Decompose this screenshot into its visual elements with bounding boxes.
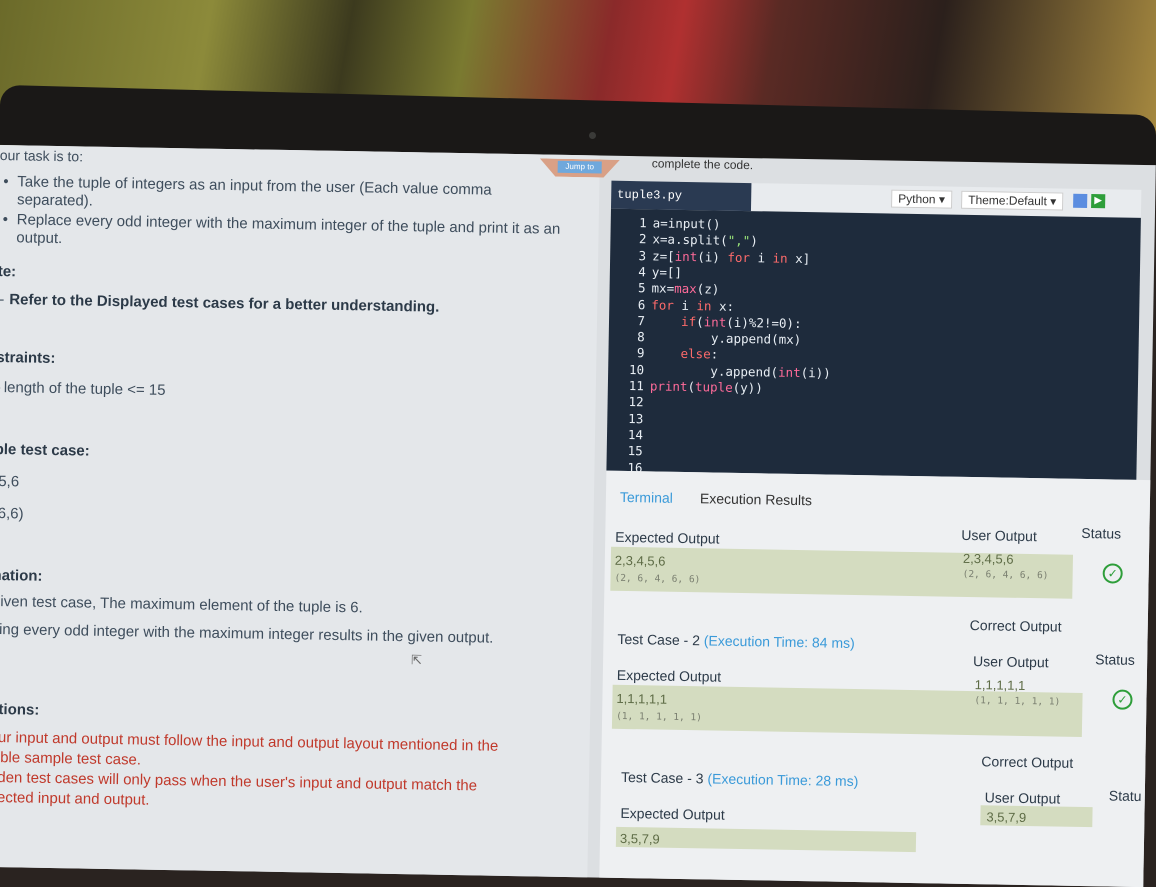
test-case-2-name: Test Case - 2 bbox=[617, 630, 701, 649]
line-number: 10 bbox=[628, 361, 645, 377]
problem-panel: our task is to: • Take the tuple of inte… bbox=[0, 145, 600, 878]
language-select[interactable]: Python ▾ bbox=[891, 189, 953, 209]
code-line[interactable]: y.append(mx) bbox=[651, 329, 802, 348]
sample-output: ,6,6) bbox=[0, 504, 24, 523]
test-case-2-title: Test Case - 2 (Execution Time: 84 ms) bbox=[617, 631, 855, 651]
code-line[interactable]: x=a.split(",") bbox=[652, 232, 758, 249]
line-number: 13 bbox=[628, 410, 644, 426]
check-icon: ✓ bbox=[1102, 563, 1123, 584]
line-number: 8 bbox=[637, 329, 645, 345]
code-line[interactable]: else: bbox=[650, 346, 718, 362]
line-number: 14 bbox=[627, 426, 644, 443]
expected-output-label: Expected Output bbox=[620, 804, 725, 823]
user-value: 1,1,1,1,1 bbox=[974, 677, 1026, 693]
user-output-label: User Output bbox=[961, 526, 1037, 545]
expected-value: 1,1,1,1,1 bbox=[616, 690, 668, 707]
line-number: 4 bbox=[638, 264, 647, 280]
explanation-line-2: cing every odd integer with the maximum … bbox=[0, 620, 494, 647]
tab-execution-results[interactable]: Execution Results bbox=[700, 490, 812, 508]
instruction-line-2: sible sample test case. bbox=[0, 748, 142, 769]
line-number: 2 bbox=[638, 231, 647, 247]
jump-to-button[interactable]: Jump to bbox=[558, 161, 602, 174]
line-number: 1 bbox=[639, 215, 647, 231]
expected-tuple: (2, 6, 4, 6, 6) bbox=[614, 572, 701, 586]
code-line[interactable]: y.append(int(i)) bbox=[650, 362, 831, 380]
constraints-heading: straints: bbox=[0, 348, 56, 367]
task-intro: our task is to: bbox=[0, 146, 84, 165]
screen: our task is to: • Take the tuple of inte… bbox=[0, 145, 1156, 887]
line-number: 7 bbox=[637, 312, 646, 329]
code-header: complete the code. bbox=[651, 156, 754, 173]
bullet-2-cont: output. bbox=[16, 229, 63, 248]
constraint-text: length of the tuple <= 15 bbox=[3, 379, 166, 399]
line-number: 15 bbox=[627, 443, 643, 459]
instructions-heading: ctions: bbox=[0, 700, 40, 719]
instruction-line-4: pected input and output. bbox=[0, 788, 150, 809]
user-tuple: (2, 6, 4, 6, 6) bbox=[962, 568, 1049, 582]
webcam bbox=[589, 132, 596, 139]
test-case-2-time: (Execution Time: 84 ms) bbox=[703, 632, 855, 651]
code-editor[interactable]: 1 a=input() 2 x=a.split(",") 3 z=[int(i) for … bbox=[606, 208, 1141, 480]
code-line[interactable]: a=input() bbox=[653, 215, 721, 231]
sample-input: ,5,6 bbox=[0, 472, 20, 491]
test-case-3-time: (Execution Time: 28 ms) bbox=[707, 770, 859, 790]
user-tuple: (1, 1, 1, 1, 1) bbox=[974, 695, 1061, 708]
bullet-dot: • bbox=[2, 211, 9, 229]
explanation-line-1: given test case, The maximum element of … bbox=[0, 592, 363, 617]
save-icon[interactable] bbox=[1073, 193, 1088, 208]
file-tab[interactable]: tuple3.py bbox=[610, 180, 752, 212]
correct-output-label: Correct Output bbox=[969, 616, 1062, 635]
test-case-3-title: Test Case - 3 (Execution Time: 28 ms) bbox=[621, 769, 859, 789]
user-value: 2,3,4,5,6 bbox=[962, 550, 1014, 567]
expected-output-label: Expected Output bbox=[616, 666, 722, 685]
expected-value: 2,3,4,5,6 bbox=[614, 552, 666, 569]
line-number: 6 bbox=[637, 296, 646, 312]
user-value: 3,5,7,9 bbox=[986, 809, 1027, 826]
bullet-1-cont: separated). bbox=[16, 191, 94, 210]
code-line[interactable]: print(tuple(y)) bbox=[650, 378, 763, 395]
expected-tuple: (1, 1, 1, 1, 1) bbox=[616, 710, 703, 724]
user-output-label: User Output bbox=[973, 653, 1049, 671]
check-icon: ✓ bbox=[1112, 689, 1133, 710]
correct-output-label: Correct Output bbox=[981, 753, 1074, 771]
tab-terminal[interactable]: Terminal bbox=[620, 489, 673, 506]
code-line[interactable]: for i in x: bbox=[651, 297, 734, 313]
theme-value: Theme:Default bbox=[968, 192, 1048, 209]
code-line[interactable]: z=[int(i) for i in x] bbox=[652, 248, 810, 266]
theme-select[interactable]: Theme:Default ▾ bbox=[961, 190, 1064, 211]
bullet-dot: - bbox=[0, 291, 5, 309]
results-panel: Terminal Execution Results Expected Outp… bbox=[599, 470, 1151, 887]
line-number: 11 bbox=[628, 378, 645, 394]
sample-heading: ple test case: bbox=[0, 440, 90, 460]
code-line[interactable]: y=[] bbox=[652, 264, 682, 280]
code-line[interactable]: mx=max(z) bbox=[651, 281, 719, 297]
line-number: 12 bbox=[628, 394, 644, 410]
expected-value: 3,5,7,9 bbox=[619, 830, 660, 847]
user-output-label: User Output bbox=[984, 789, 1061, 807]
status-label: Statu bbox=[1108, 787, 1142, 805]
note-heading: te: bbox=[0, 262, 17, 281]
language-value: Python bbox=[898, 191, 936, 207]
status-label: Status bbox=[1081, 524, 1122, 542]
expected-output-box bbox=[615, 826, 917, 853]
line-number: 9 bbox=[636, 345, 645, 361]
line-number: 5 bbox=[637, 280, 646, 296]
bullet-dot: • bbox=[3, 173, 9, 191]
explanation-heading: nation: bbox=[0, 566, 43, 585]
line-number: 3 bbox=[638, 247, 647, 263]
status-label: Status bbox=[1095, 651, 1136, 668]
note-text: Refer to the Displayed test cases for a … bbox=[9, 291, 440, 316]
constraint-dash: - bbox=[0, 379, 1, 396]
mouse-cursor-icon: ⇱ bbox=[410, 652, 423, 668]
run-icon[interactable]: ▶ bbox=[1091, 194, 1106, 209]
test-case-3-name: Test Case - 3 bbox=[620, 768, 704, 787]
code-line[interactable]: if(int(i)%2!=0): bbox=[651, 313, 802, 331]
bullet-2: Replace every odd integer with the maxim… bbox=[16, 211, 561, 238]
expected-output-label: Expected Output bbox=[615, 528, 720, 547]
